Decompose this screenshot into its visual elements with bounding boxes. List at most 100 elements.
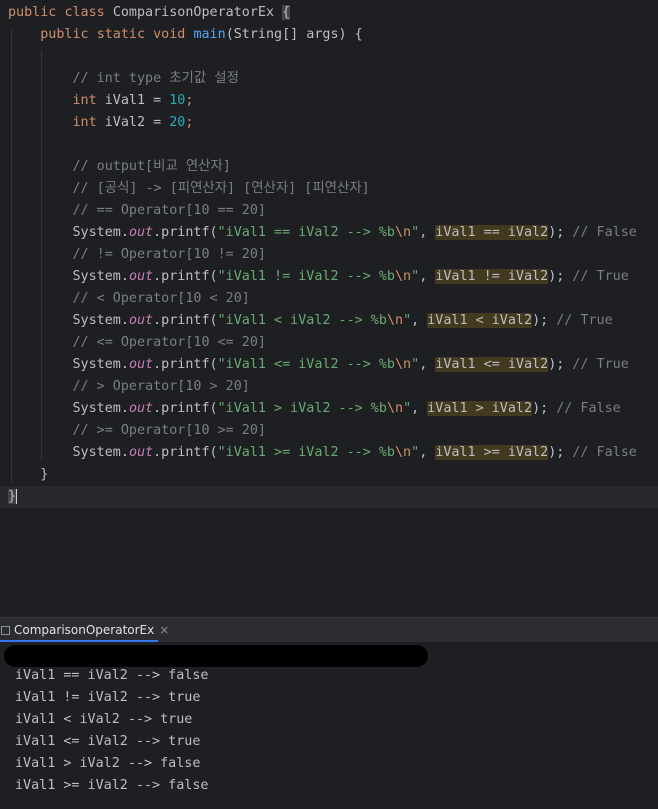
code-line[interactable]: int iVal1 = 10; <box>8 90 194 112</box>
code-token: iVal1 == iVal2 <box>435 225 549 240</box>
code-token: // < Operator[10 < 20] <box>72 291 250 306</box>
code-token: "iVal1 == iVal2 --> %b <box>217 225 395 240</box>
code-token: // > Operator[10 > 20] <box>72 379 250 394</box>
code-token: " <box>411 225 420 240</box>
code-token: "iVal1 >= iVal2 --> %b <box>217 445 395 460</box>
code-token: // True <box>572 357 629 372</box>
close-icon[interactable]: × <box>159 623 169 637</box>
code-token: ); <box>548 225 565 240</box>
code-token: out <box>128 225 154 240</box>
code-line[interactable]: System.out.printf("iVal1 >= iVal2 --> %b… <box>8 442 637 464</box>
code-token: void <box>153 27 186 42</box>
console-icon <box>1 626 10 635</box>
code-token: main <box>193 27 226 42</box>
code-token: class <box>64 5 105 20</box>
code-token: System. <box>72 313 129 328</box>
code-line[interactable]: // int type 초기값 설정 <box>8 68 239 90</box>
code-token: ); <box>532 313 549 328</box>
tab-label: ComparisonOperatorEx <box>14 623 155 637</box>
code-line[interactable]: // == Operator[10 == 20] <box>8 200 266 222</box>
code-token: out <box>128 401 154 416</box>
code-token: out <box>128 313 154 328</box>
code-token: \n <box>395 225 412 240</box>
code-token: iVal1 >= iVal2 <box>435 445 549 460</box>
tab-run-config[interactable]: ComparisonOperatorEx × <box>0 618 177 642</box>
code-token: // False <box>572 445 637 460</box>
console-line: iVal1 > iVal2 --> false <box>15 756 201 771</box>
code-line[interactable]: int iVal2 = 20; <box>8 112 194 134</box>
console-line: iVal1 < iVal2 --> true <box>15 712 193 727</box>
code-line[interactable]: // >= Operator[10 >= 20] <box>8 420 266 442</box>
code-token: "iVal1 != iVal2 --> %b <box>217 269 395 284</box>
code-token: .printf( <box>153 401 218 416</box>
code-token: // != Operator[10 != 20] <box>72 247 266 262</box>
code-token: , <box>419 445 436 460</box>
code-line[interactable]: } <box>8 464 48 486</box>
code-token: // True <box>572 269 629 284</box>
code-token: , <box>411 313 428 328</box>
code-line[interactable]: System.out.printf("iVal1 < iVal2 --> %b\… <box>8 310 613 332</box>
code-token: .printf( <box>153 445 218 460</box>
code-token: ; <box>185 115 194 130</box>
code-token: ); <box>548 445 565 460</box>
code-token: \n <box>395 357 412 372</box>
code-token: System. <box>72 401 129 416</box>
code-token: // == Operator[10 == 20] <box>72 203 266 218</box>
code-token: public <box>8 5 57 20</box>
code-token: .printf( <box>153 313 218 328</box>
code-token: "iVal1 <= iVal2 --> %b <box>217 357 395 372</box>
code-token: iVal1 <= iVal2 <box>435 357 549 372</box>
code-line[interactable]: // < Operator[10 < 20] <box>8 288 250 310</box>
code-line[interactable]: // > Operator[10 > 20] <box>8 376 250 398</box>
code-line[interactable]: System.out.printf("iVal1 != iVal2 --> %b… <box>8 266 629 288</box>
code-token: // True <box>556 313 613 328</box>
code-token: System. <box>72 225 129 240</box>
code-token: System. <box>72 269 129 284</box>
code-token: // [공식] -> [피연산자] [연산자] [피연산자] <box>72 181 370 196</box>
code-line[interactable]: public class ComparisonOperatorEx { <box>8 2 291 24</box>
console-line: iVal1 <= iVal2 --> true <box>15 734 201 749</box>
code-editor[interactable]: public class ComparisonOperatorEx { publ… <box>0 0 658 617</box>
code-token: ); <box>548 269 565 284</box>
code-token: public <box>40 27 89 42</box>
code-line[interactable]: // [공식] -> [피연산자] [연산자] [피연산자] <box>8 178 370 200</box>
code-line[interactable]: // <= Operator[10 <= 20] <box>8 332 266 354</box>
code-line[interactable]: // != Operator[10 != 20] <box>8 244 266 266</box>
current-line-highlight <box>0 486 658 508</box>
code-line[interactable]: } <box>8 486 18 508</box>
code-line[interactable]: System.out.printf("iVal1 <= iVal2 --> %b… <box>8 354 629 376</box>
code-line[interactable]: System.out.printf("iVal1 > iVal2 --> %b\… <box>8 398 621 420</box>
code-token: ); <box>548 357 565 372</box>
code-token: iVal1 = <box>104 93 170 108</box>
code-line[interactable]: public static void main(String[] args) { <box>8 24 363 46</box>
console-line: iVal1 == iVal2 --> false <box>15 668 209 683</box>
code-token: , <box>419 269 436 284</box>
code-line[interactable]: System.out.printf("iVal1 == iVal2 --> %b… <box>8 222 637 244</box>
code-token: .printf( <box>153 269 218 284</box>
code-token: , <box>419 225 436 240</box>
code-line[interactable]: // output[비교 연산자] <box>8 156 231 178</box>
code-token: out <box>128 269 154 284</box>
code-token: } <box>40 467 49 482</box>
code-token: // >= Operator[10 >= 20] <box>72 423 266 438</box>
code-token: out <box>128 445 154 460</box>
